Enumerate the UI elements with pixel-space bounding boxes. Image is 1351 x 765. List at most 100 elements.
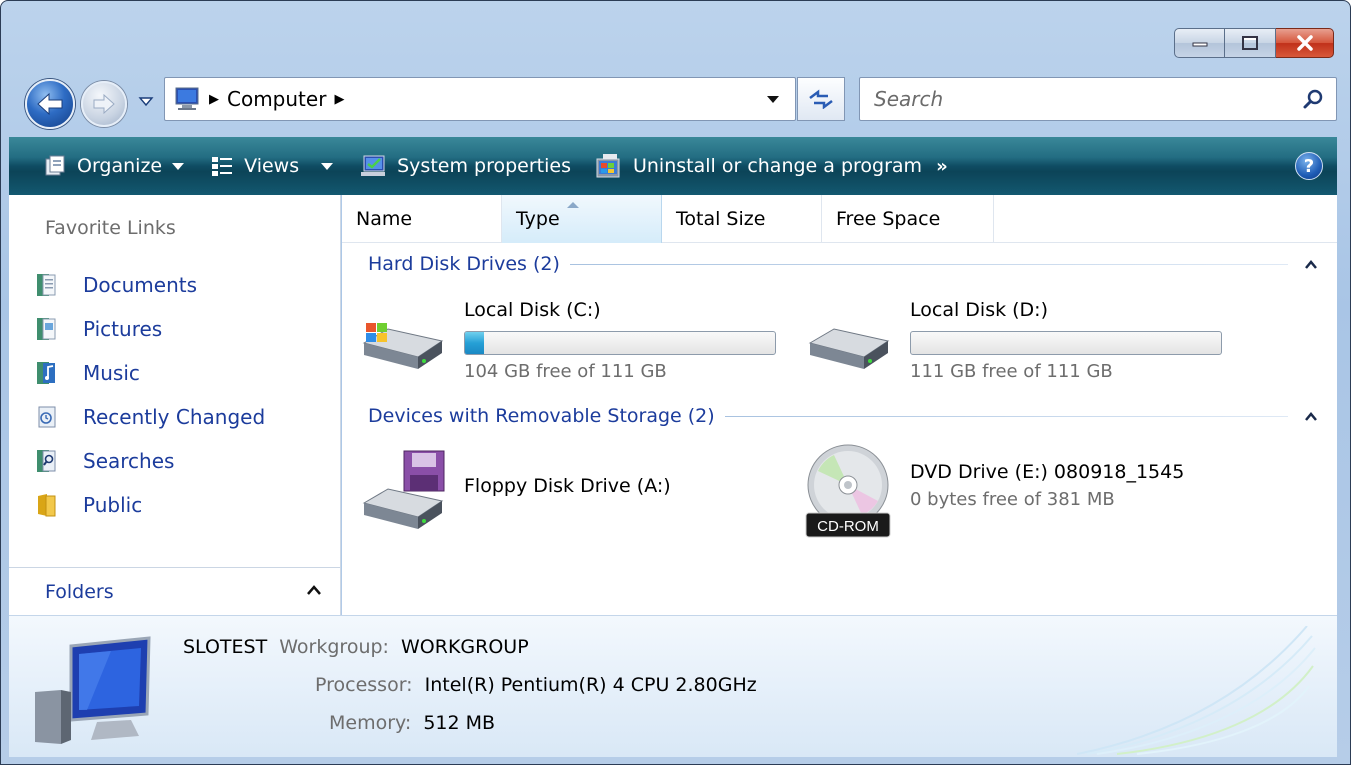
uninstall-program-button[interactable]: Uninstall or change a program »: [587, 137, 956, 195]
drive-usage-bar: [910, 331, 1222, 355]
forward-button[interactable]: [81, 81, 127, 127]
searches-icon: [37, 450, 56, 472]
back-button[interactable]: [25, 79, 75, 129]
favorite-link-label: Recently Changed: [83, 405, 266, 429]
organize-icon: [45, 155, 65, 176]
drive-usage-bar: [464, 331, 776, 355]
navigation-pane: Favorite Links Documents Pictures Music …: [9, 195, 341, 615]
close-button[interactable]: [1276, 28, 1334, 58]
system-properties-label: System properties: [397, 155, 571, 177]
folders-toggle[interactable]: Folders: [9, 567, 340, 615]
drive-free-space: 111 GB free of 111 GB: [910, 361, 1113, 382]
uninstall-program-label: Uninstall or change a program: [632, 155, 923, 177]
group-title: Devices with Removable Storage (2): [368, 405, 715, 427]
more-commands-chevron-icon[interactable]: »: [936, 156, 948, 177]
processor-row: Processor: Intel(R) Pentium(R) 4 CPU 2.8…: [315, 674, 757, 696]
drive-floppy-a[interactable]: Floppy Disk Drive (A:): [358, 447, 671, 529]
computer-icon: [175, 87, 199, 110]
favorite-link-label: Pictures: [83, 317, 163, 341]
hard-disk-icon: [804, 299, 894, 379]
search-box[interactable]: [859, 77, 1337, 121]
column-header-label: Type: [516, 208, 560, 230]
memory-row: Memory: 512 MB: [329, 712, 495, 734]
breadcrumb-separator[interactable]: ▶: [334, 92, 344, 107]
recently-changed-icon: [38, 406, 56, 428]
column-header-free-space[interactable]: Free Space: [822, 195, 994, 243]
cd-rom-icon: CD-ROM: [804, 441, 894, 538]
chevron-down-icon: [767, 96, 779, 103]
help-button[interactable]: ?: [1295, 152, 1323, 180]
drive-local-disk-d[interactable]: Local Disk (D:) 111 GB free of 111 GB: [804, 299, 1222, 382]
maximize-button[interactable]: [1225, 28, 1276, 58]
computer-icon: [35, 636, 151, 744]
favorite-link-public[interactable]: Public: [35, 483, 265, 527]
refresh-button[interactable]: [797, 77, 845, 121]
pictures-icon: [37, 318, 56, 340]
back-arrow-icon: [37, 92, 63, 116]
recent-pages-dropdown[interactable]: [138, 94, 154, 108]
drive-dvd-e[interactable]: CD-ROM DVD Drive (E:) 080918_1545 0 byte…: [804, 441, 1185, 538]
minimize-icon: [1192, 42, 1207, 47]
minimize-button[interactable]: [1174, 28, 1225, 58]
favorite-link-label: Documents: [83, 273, 198, 297]
favorite-links-list: Documents Pictures Music Recently Change…: [35, 263, 265, 527]
favorite-link-recently-changed[interactable]: Recently Changed: [35, 395, 265, 439]
group-header-hard-disks[interactable]: Hard Disk Drives (2): [368, 253, 1318, 275]
chevron-up-icon[interactable]: [1304, 259, 1318, 269]
chevron-down-icon: [321, 162, 334, 170]
breadcrumb-separator[interactable]: ▶: [209, 92, 219, 107]
drive-name: Local Disk (D:): [910, 299, 1048, 321]
views-icon: [212, 157, 233, 176]
drive-local-disk-c[interactable]: Local Disk (C:) 104 GB free of 111 GB: [358, 299, 776, 382]
drive-name: DVD Drive (E:) 080918_1545: [910, 461, 1185, 483]
refresh-icon: [809, 89, 833, 109]
memory-value: 512 MB: [423, 712, 496, 734]
favorite-link-searches[interactable]: Searches: [35, 439, 265, 483]
favorite-links-heading: Favorite Links: [45, 217, 176, 239]
folders-label: Folders: [45, 580, 114, 603]
memory-label: Memory:: [329, 712, 412, 734]
column-header-type[interactable]: Type: [502, 195, 662, 243]
column-header-total-size[interactable]: Total Size: [662, 195, 822, 243]
documents-icon: [37, 274, 56, 296]
uninstall-program-icon: [596, 154, 620, 178]
favorite-link-documents[interactable]: Documents: [35, 263, 265, 307]
chevron-down-icon: [172, 162, 185, 170]
details-pane: SLOTEST Workgroup: WORKGROUP Processor: …: [9, 615, 1337, 757]
processor-value: Intel(R) Pentium(R) 4 CPU 2.80GHz: [424, 674, 757, 696]
group-header-removable-storage[interactable]: Devices with Removable Storage (2): [368, 405, 1318, 427]
views-button[interactable]: Views: [202, 137, 341, 195]
sort-ascending-icon: [567, 202, 579, 208]
floppy-drive-icon: [358, 447, 448, 529]
favorite-link-label: Music: [83, 361, 140, 385]
views-label: Views: [244, 155, 300, 177]
organize-button[interactable]: Organize: [35, 137, 192, 195]
computer-name: SLOTEST: [183, 636, 268, 658]
system-properties-button[interactable]: System properties: [351, 137, 579, 195]
group-divider: [569, 263, 1288, 265]
content-pane: Name Type Total Size Free Space Hard Dis…: [342, 195, 1337, 615]
workgroup-value: WORKGROUP: [401, 636, 529, 658]
maximize-icon: [1242, 36, 1258, 50]
favorite-link-label: Searches: [83, 449, 175, 473]
address-dropdown-button[interactable]: [751, 78, 795, 120]
system-properties-icon: [361, 155, 386, 176]
help-icon: ?: [1303, 155, 1315, 177]
breadcrumb-computer[interactable]: Computer: [227, 87, 326, 111]
favorite-link-label: Public: [83, 493, 143, 517]
search-input[interactable]: [872, 86, 1272, 112]
windows-disk-icon: [358, 299, 448, 379]
favorite-link-music[interactable]: Music: [35, 351, 265, 395]
caption-buttons: [1174, 28, 1334, 58]
explorer-window: ▶ Computer ▶ Organize: [0, 0, 1351, 765]
search-icon[interactable]: [1302, 88, 1324, 110]
command-toolbar: Organize Views System properties Uninsta…: [9, 137, 1337, 195]
column-header-label: Name: [356, 208, 413, 230]
favorite-link-pictures[interactable]: Pictures: [35, 307, 265, 351]
drive-free-space: 0 bytes free of 381 MB: [910, 489, 1115, 510]
address-bar[interactable]: ▶ Computer ▶: [164, 77, 796, 121]
drive-free-space: 104 GB free of 111 GB: [464, 361, 667, 382]
close-icon: [1296, 35, 1313, 51]
chevron-up-icon[interactable]: [1304, 411, 1318, 421]
column-header-name[interactable]: Name: [342, 195, 502, 243]
